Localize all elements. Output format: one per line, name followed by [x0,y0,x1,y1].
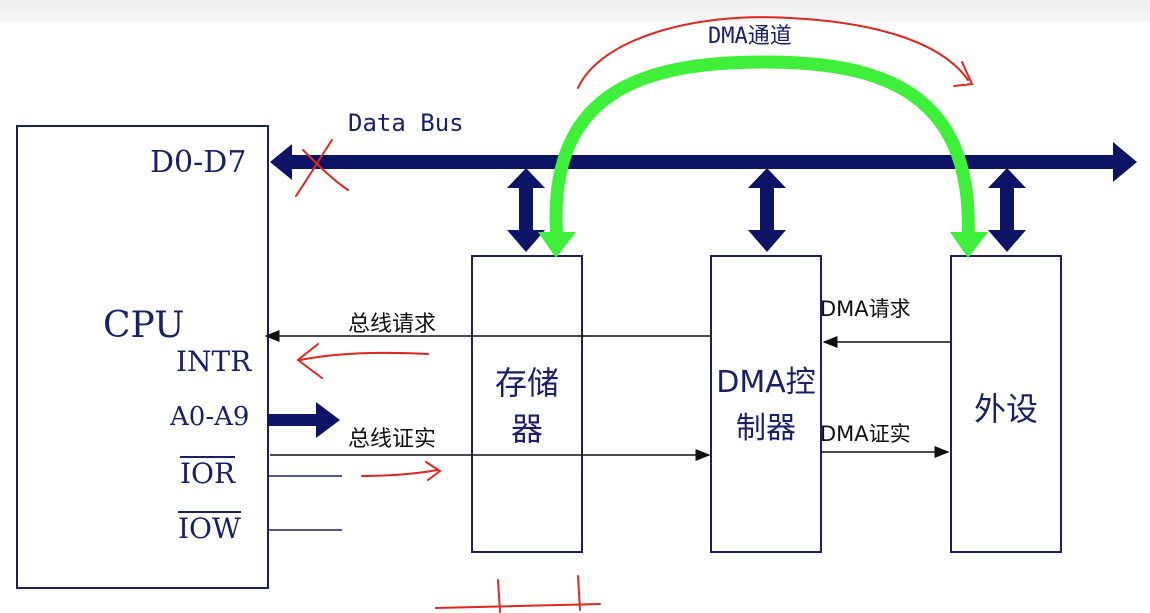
bus-request-label: 总线请求 [348,312,437,337]
annotation-bottom-marks [435,575,601,613]
iow-label: IOW [178,511,241,545]
dma-ack-label: DMA证实 [820,422,911,446]
annotation-ior-arrow [361,461,442,481]
data-bus-label: Data Bus [348,109,464,137]
bus-connector-dma-controller [748,168,786,252]
bus-connector-peripheral [988,168,1026,252]
dma-request-label: DMA请求 [820,297,911,321]
bus-connector-memory [507,168,545,252]
dma-controller-label: DMA控制器 [716,365,816,446]
intr-label: INTR [176,345,252,378]
memory-label: 存储器 [494,364,559,448]
bus-ack-label: 总线证实 [348,427,437,452]
d0-d7-label: D0-D7 [150,145,247,180]
cpu-label: CPU [103,305,185,346]
ior-label: IOR [180,456,236,490]
a0-a9-label: A0-A9 [170,402,250,432]
annotation-intr-arrow [296,343,429,379]
address-bus-arrow [268,402,340,438]
dma-channel-label: DMA通道 [708,24,792,49]
peripheral-label: 外设 [973,390,1038,428]
